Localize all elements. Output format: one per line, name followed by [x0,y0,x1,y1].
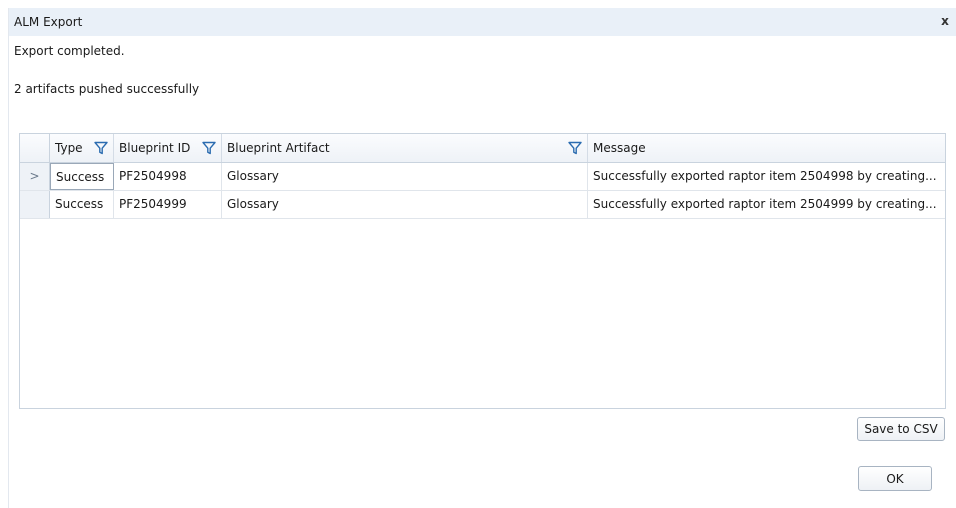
column-header-label: Blueprint ID [119,141,191,155]
results-grid: Type Blueprint ID Blueprint Artifact Mes… [19,133,946,409]
ok-button[interactable]: OK [858,466,932,491]
row-indicator [20,191,50,218]
dialog-titlebar[interactable]: ALM Export x [9,8,956,36]
cell-blueprint-artifact[interactable]: Glossary [222,191,588,218]
column-header-label: Type [55,141,83,155]
alm-export-dialog: ALM Export x Export completed. 2 artifac… [8,8,956,508]
table-row[interactable]: Success PF2504999 Glossary Successfully … [20,191,945,219]
funnel-icon[interactable] [202,141,216,155]
row-indicator-header [20,134,50,162]
export-status-text: Export completed. [14,44,125,58]
dialog-title: ALM Export [14,15,83,29]
cell-message[interactable]: Successfully exported raptor item 250499… [588,163,945,190]
column-header-blueprint-artifact[interactable]: Blueprint Artifact [222,134,588,162]
close-button[interactable]: x [939,14,951,28]
funnel-icon[interactable] [94,141,108,155]
export-summary-text: 2 artifacts pushed successfully [14,82,200,96]
current-row-indicator-icon: > [20,163,50,190]
cell-type[interactable]: Success [50,163,114,190]
column-header-blueprint-id[interactable]: Blueprint ID [114,134,222,162]
column-header-message[interactable]: Message [588,134,945,162]
cell-blueprint-id[interactable]: PF2504999 [114,191,222,218]
table-row[interactable]: > Success PF2504998 Glossary Successfull… [20,163,945,191]
cell-blueprint-artifact[interactable]: Glossary [222,163,588,190]
funnel-icon[interactable] [568,141,582,155]
grid-header: Type Blueprint ID Blueprint Artifact Mes… [20,134,945,163]
save-to-csv-button[interactable]: Save to CSV [857,417,945,441]
column-header-label: Message [593,141,646,155]
column-header-type[interactable]: Type [50,134,114,162]
cell-blueprint-id[interactable]: PF2504998 [114,163,222,190]
column-header-label: Blueprint Artifact [227,141,330,155]
cell-message[interactable]: Successfully exported raptor item 250499… [588,191,945,218]
cell-type[interactable]: Success [50,191,114,218]
